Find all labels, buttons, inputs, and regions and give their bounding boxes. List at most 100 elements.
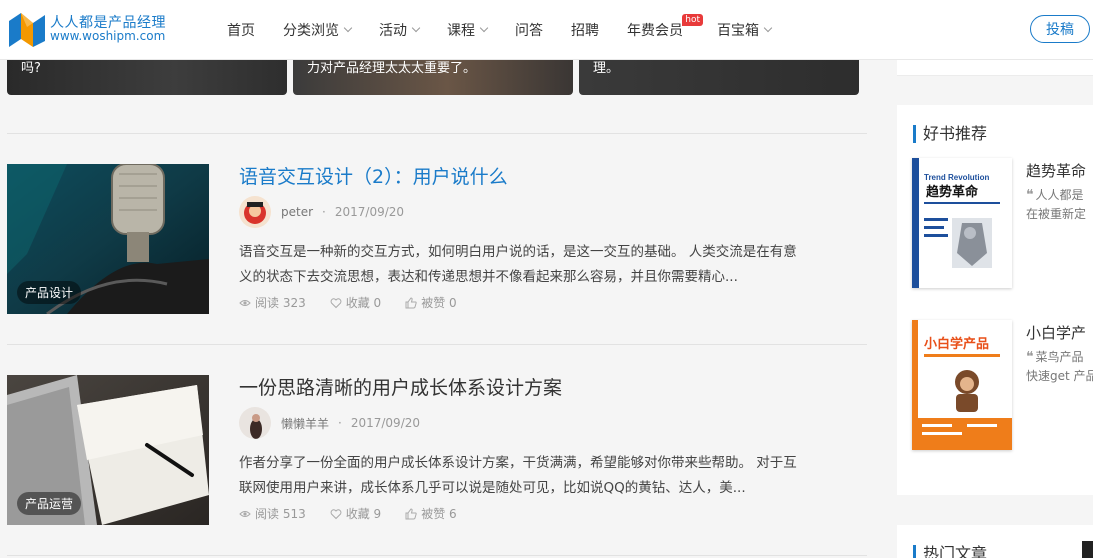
- sidebar-widget-end: [897, 60, 1093, 76]
- excerpt-line: 作者分享了一份全面的用户成长体系设计方案，干货满满，希望能够对你带来些帮助。 对…: [239, 455, 797, 471]
- quote-icon: ❝: [1026, 349, 1034, 365]
- book-desc-line: 在被重新定: [1026, 207, 1087, 221]
- like-count-label: 被赞 0: [421, 296, 457, 310]
- article-meta: 懒懒羊羊 · 2017/09/20: [239, 407, 420, 439]
- author-name[interactable]: 懒懒羊羊: [281, 415, 329, 432]
- article-item: 产品设计 语音交互设计（2）：用户说什么 peter · 2017/09/20 …: [7, 133, 867, 344]
- featured-card[interactable]: 力对产品经理太太太重要了。: [293, 60, 573, 95]
- book-desc-line: 菜鸟产品: [1035, 350, 1084, 364]
- author-avatar[interactable]: [239, 407, 271, 439]
- featured-card[interactable]: 吗?: [7, 60, 287, 95]
- widget-title: 热门文章: [913, 545, 987, 558]
- nav-label: 招聘: [571, 23, 599, 39]
- article-list: 吗? 力对产品经理太太太重要了。 理。 产品设计 语音交互设计（2）：用户说什么…: [7, 60, 867, 558]
- site-logo[interactable]: 人人都是产品经理 www.woshipm.com: [7, 9, 167, 49]
- article-item: 产品运营 一份思路清晰的用户成长体系设计方案 懒懒羊羊 · 2017/09/20…: [7, 344, 867, 555]
- book-desc-line: 快速get 产品: [1026, 369, 1093, 383]
- quote-icon: ❝: [1026, 187, 1034, 203]
- nav-item-home[interactable]: 首页: [227, 20, 255, 40]
- featured-cards: 吗? 力对产品经理太太太重要了。 理。: [7, 60, 867, 95]
- meta-separator: ·: [338, 416, 342, 430]
- avatar-image: [239, 407, 271, 439]
- featured-card-text: 理。: [593, 61, 620, 76]
- article-excerpt: 作者分享了一份全面的用户成长体系设计方案，干货满满，希望能够对你带来些帮助。 对…: [239, 451, 839, 501]
- featured-card-text: 力对产品经理太太太重要了。: [307, 61, 477, 76]
- author-name[interactable]: peter: [281, 205, 313, 219]
- favorite-count-label: 收藏 0: [345, 296, 382, 310]
- eye-icon: [239, 510, 251, 517]
- publish-date: 2017/09/20: [334, 205, 405, 219]
- book-description: ❝ 菜鸟产品 快速get 产品: [1026, 348, 1093, 386]
- excerpt-line: 语音交互是一种新的交互方式，如何明白用户说的话，是这一交互的基础。 人类交流是在…: [239, 244, 797, 260]
- book-description: ❝ 人人都是 在被重新定: [1026, 186, 1086, 224]
- widget-title: 好书推荐: [913, 125, 987, 143]
- nav-label: 百宝箱: [717, 23, 759, 39]
- article-title[interactable]: 语音交互设计（2）：用户说什么: [239, 162, 508, 189]
- favorite-count[interactable]: 收藏 9: [330, 505, 381, 522]
- nav-label: 活动: [379, 23, 407, 39]
- featured-card-text: 吗?: [21, 61, 41, 76]
- avatar-image: [239, 196, 271, 228]
- site-header: 人人都是产品经理 www.woshipm.com 首页 分类浏览 活动 课程 问…: [0, 0, 1093, 60]
- read-count-label: 阅读 513: [255, 507, 306, 521]
- read-count: 阅读 513: [239, 505, 306, 522]
- nav-item-membership[interactable]: 年费会员 hot: [627, 14, 703, 40]
- nav-item-toolbox[interactable]: 百宝箱: [717, 20, 773, 40]
- nav-label: 分类浏览: [283, 23, 339, 39]
- like-count-label: 被赞 6: [421, 507, 457, 521]
- main-nav: 首页 分类浏览 活动 课程 问答 招聘 年费会员 hot 百宝箱: [227, 0, 799, 60]
- article-title[interactable]: 一份思路清晰的用户成长体系设计方案: [239, 373, 562, 400]
- favorite-count-label: 收藏 9: [345, 507, 382, 521]
- thumbs-up-icon: [405, 296, 417, 308]
- logo-mark-icon: [9, 13, 45, 47]
- heart-icon: [330, 297, 342, 308]
- read-count: 阅读 323: [239, 294, 306, 311]
- nav-item-courses[interactable]: 课程: [447, 20, 489, 40]
- chevron-down-icon: [343, 23, 353, 33]
- hot-badge: hot: [682, 14, 703, 26]
- category-tag[interactable]: 产品设计: [17, 281, 82, 304]
- chevron-down-icon: [411, 23, 421, 33]
- hot-articles-widget: 热门文章: [897, 525, 1093, 558]
- nav-label: 课程: [447, 23, 475, 39]
- book-title[interactable]: 小白学产: [1026, 322, 1086, 343]
- book-item[interactable]: Trend Revolution 趋势革命 趋势革命 ❝ 人人都是 在被重新定: [912, 158, 1092, 288]
- eye-icon: [239, 299, 251, 306]
- article-stats: 阅读 323 收藏 0 被赞 0: [239, 294, 481, 311]
- thumbs-up-icon: [405, 507, 417, 519]
- meta-separator: ·: [322, 205, 326, 219]
- read-count-label: 阅读 323: [255, 296, 306, 310]
- article-excerpt: 语音交互是一种新的交互方式，如何明白用户说的话，是这一交互的基础。 人类交流是在…: [239, 240, 839, 290]
- contribute-button[interactable]: 投稿: [1030, 15, 1090, 43]
- excerpt-line: 义的状态下去交流思想，表达和传递思想并不像看起来那么容易，并且你需要精心...: [239, 269, 738, 285]
- publish-date: 2017/09/20: [350, 416, 421, 430]
- category-tag[interactable]: 产品运营: [17, 492, 82, 515]
- cover-title-cn: 趋势革命: [926, 184, 979, 200]
- author-avatar[interactable]: [239, 196, 271, 228]
- heart-icon: [330, 508, 342, 519]
- favorite-count[interactable]: 收藏 0: [330, 294, 381, 311]
- divider: [7, 555, 867, 556]
- chevron-down-icon: [763, 23, 773, 33]
- like-count[interactable]: 被赞 6: [405, 505, 457, 522]
- article-meta: peter · 2017/09/20: [239, 196, 404, 228]
- nav-item-categories[interactable]: 分类浏览: [283, 20, 353, 40]
- nav-item-qa[interactable]: 问答: [515, 20, 543, 40]
- chevron-down-icon: [479, 23, 489, 33]
- article-thumbnail[interactable]: 产品设计: [7, 164, 209, 314]
- nav-item-jobs[interactable]: 招聘: [571, 20, 599, 40]
- widget-tab[interactable]: [1082, 541, 1093, 558]
- book-item[interactable]: 小白学产品 小白学产 ❝ 菜鸟产品 快速get 产品: [912, 320, 1093, 450]
- nav-label: 年费会员: [627, 23, 683, 39]
- nav-item-events[interactable]: 活动: [379, 20, 421, 40]
- book-cover[interactable]: Trend Revolution 趋势革命: [912, 158, 1012, 288]
- book-cover[interactable]: 小白学产品: [912, 320, 1012, 450]
- book-cover-image: 小白学产品: [912, 320, 1012, 450]
- cover-title-cn: 小白学产品: [924, 336, 989, 352]
- book-title[interactable]: 趋势革命: [1026, 160, 1086, 181]
- featured-card[interactable]: 理。: [579, 60, 859, 95]
- article-thumbnail[interactable]: 产品运营: [7, 375, 209, 525]
- logo-text-en: www.woshipm.com: [50, 29, 166, 43]
- cover-title-en: Trend Revolution: [924, 173, 989, 182]
- like-count[interactable]: 被赞 0: [405, 294, 457, 311]
